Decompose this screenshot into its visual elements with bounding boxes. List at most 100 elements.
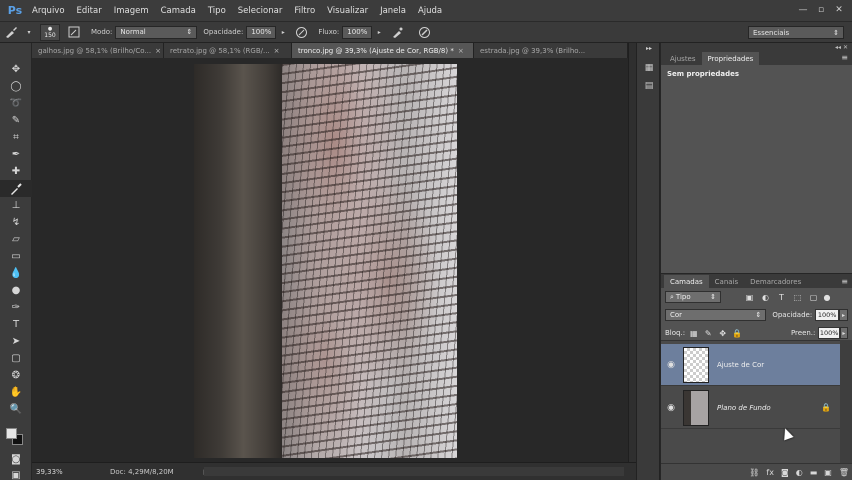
close-icon[interactable]: × (274, 47, 280, 55)
zoom-tool-icon[interactable]: 🔍 (0, 401, 32, 418)
tab-canais[interactable]: Canais (709, 275, 745, 288)
opacity-dropdown-icon[interactable]: ▸ (839, 309, 849, 321)
delete-layer-icon[interactable]: 🗑 (839, 468, 849, 477)
menu-visualizar[interactable]: Visualizar (321, 0, 374, 22)
add-mask-icon[interactable]: ◙ (781, 468, 789, 477)
quick-select-tool-icon[interactable]: ✎ (0, 112, 32, 129)
airbrush-icon[interactable] (389, 24, 405, 40)
brush-tool-preset-icon[interactable] (3, 24, 19, 40)
crop-tool-icon[interactable]: ⌗ (0, 129, 32, 146)
dodge-tool-icon[interactable]: ● (0, 282, 32, 299)
panel-collapse-icon[interactable]: ◂◂ ✕ (835, 44, 848, 51)
healing-brush-tool-icon[interactable]: ✚ (0, 163, 32, 180)
flow-field[interactable]: 100% (342, 25, 373, 39)
layer-ajuste-de-cor[interactable]: ◉ Ajuste de Cor (661, 344, 841, 386)
path-select-tool-icon[interactable]: ➤ (0, 333, 32, 350)
blend-mode-select[interactable]: Cor ⇕ (665, 309, 767, 321)
filter-smart-object-icon[interactable]: ▢ (807, 291, 820, 304)
filter-adjustment-icon[interactable]: ◐ (759, 291, 772, 304)
eraser-tool-icon[interactable]: ▱ (0, 231, 32, 248)
menu-selecionar[interactable]: Selecionar (232, 0, 289, 22)
pressure-opacity-icon[interactable] (293, 24, 309, 40)
actions-panel-icon[interactable]: ▤ (637, 77, 661, 95)
chevron-down-icon[interactable]: ▾ (25, 24, 33, 40)
lock-transparency-icon[interactable]: ▦ (688, 327, 699, 340)
mode-select[interactable]: Normal ⇕ (115, 25, 198, 39)
menu-camada[interactable]: Camada (155, 0, 202, 22)
blur-tool-icon[interactable]: 💧 (0, 265, 32, 282)
close-icon[interactable]: × (458, 47, 464, 55)
menu-imagem[interactable]: Imagem (108, 0, 155, 22)
brush-panel-toggle-icon[interactable] (66, 24, 82, 40)
new-layer-icon[interactable]: ▣ (824, 468, 832, 477)
workspace-select[interactable]: Essenciais ⇕ (748, 26, 844, 39)
filter-pixel-icon[interactable]: ▣ (743, 291, 756, 304)
move-tool-icon[interactable]: ✥ (0, 61, 32, 78)
maximize-button[interactable]: ▫ (814, 3, 828, 17)
brush-size-picker[interactable]: ● 150 (40, 23, 60, 41)
menu-arquivo[interactable]: Arquivo (26, 0, 71, 22)
filter-toggle-icon[interactable]: ● (823, 291, 831, 304)
quick-mask-icon[interactable]: ◙ (0, 451, 32, 468)
menu-filtro[interactable]: Filtro (288, 0, 321, 22)
history-brush-tool-icon[interactable]: ↯ (0, 214, 32, 231)
panel-menu-icon[interactable]: ≡ (841, 53, 848, 62)
layer-filter-select[interactable]: ⌕ Tipo ⇕ (665, 291, 721, 303)
tab-camadas[interactable]: Camadas (664, 275, 709, 288)
minimize-button[interactable]: — (796, 3, 810, 17)
tab-retrato[interactable]: retrato.jpg @ 58,1% (RGB/... × (164, 43, 292, 58)
screen-mode-icon[interactable]: ▣ (0, 467, 32, 480)
fill-value[interactable]: 100% (818, 327, 840, 339)
foreground-color-swatch[interactable] (6, 428, 17, 439)
new-group-icon[interactable]: ▬ (810, 468, 818, 477)
lock-pixels-icon[interactable]: ✎ (703, 327, 714, 340)
filter-shape-icon[interactable]: ⬚ (791, 291, 804, 304)
lock-all-icon[interactable]: 🔒 (731, 327, 742, 340)
horizontal-scrollbar[interactable] (204, 467, 624, 476)
lock-position-icon[interactable]: ✥ (717, 327, 728, 340)
close-icon[interactable]: × (155, 47, 161, 55)
filter-type-icon[interactable]: T (775, 291, 788, 304)
marquee-tool-icon[interactable]: ◯ (0, 78, 32, 95)
pressure-size-icon[interactable] (416, 24, 432, 40)
opacity-dropdown-icon[interactable]: ▸ (279, 24, 287, 40)
panel-menu-icon[interactable]: ≡ (841, 277, 848, 286)
layer-style-icon[interactable]: fx (766, 468, 774, 477)
menu-janela[interactable]: Janela (374, 0, 412, 22)
document-image[interactable] (194, 64, 457, 458)
close-button[interactable]: ✕ (832, 3, 846, 17)
menu-tipo[interactable]: Tipo (202, 0, 232, 22)
new-adjustment-icon[interactable]: ◐ (796, 468, 803, 477)
layer-plano-de-fundo[interactable]: ◉ Plano de Fundo 🔒 (661, 387, 841, 429)
fill-dropdown-icon[interactable]: ▸ (839, 327, 848, 339)
lasso-tool-icon[interactable]: ➰ (0, 95, 32, 112)
tab-estrada[interactable]: estrada.jpg @ 39,3% (Brilho... (474, 43, 628, 58)
tab-demarcadores[interactable]: Demarcadores (744, 275, 807, 288)
menu-editar[interactable]: Editar (71, 0, 108, 22)
canvas-area[interactable] (32, 58, 628, 462)
eyedropper-tool-icon[interactable]: ✒ (0, 146, 32, 163)
3d-tool-icon[interactable]: ❂ (0, 367, 32, 384)
hand-tool-icon[interactable]: ✋ (0, 384, 32, 401)
canvas-vertical-scrollbar[interactable] (628, 43, 636, 462)
link-layers-icon[interactable]: ⛓ (749, 468, 759, 477)
dock-collapse-icon[interactable]: ▸▸ (637, 43, 661, 53)
tab-propriedades[interactable]: Propriedades (701, 52, 760, 65)
history-panel-icon[interactable]: ▦ (637, 59, 661, 77)
eye-icon[interactable]: ◉ (661, 403, 681, 413)
tab-tronco[interactable]: tronco.jpg @ 39,3% (Ajuste de Cor, RGB/8… (292, 43, 474, 58)
layer-opacity-value[interactable]: 100% (815, 309, 840, 321)
tab-ajustes[interactable]: Ajustes (664, 52, 702, 65)
gradient-tool-icon[interactable]: ▭ (0, 248, 32, 265)
brush-tool-icon[interactable] (0, 180, 32, 197)
shape-tool-icon[interactable]: ▢ (0, 350, 32, 367)
tab-galhos[interactable]: galhos.jpg @ 58,1% (Brilho/Co... × (32, 43, 164, 58)
layers-scrollbar[interactable] (840, 340, 852, 464)
pen-tool-icon[interactable]: ✑ (0, 299, 32, 316)
menu-ajuda[interactable]: Ajuda (412, 0, 448, 22)
zoom-level-field[interactable]: 39,33% (34, 466, 70, 478)
flow-dropdown-icon[interactable]: ▸ (375, 24, 383, 40)
eye-icon[interactable]: ◉ (661, 360, 681, 370)
type-tool-icon[interactable]: T (0, 316, 32, 333)
opacity-field[interactable]: 100% (246, 25, 277, 39)
